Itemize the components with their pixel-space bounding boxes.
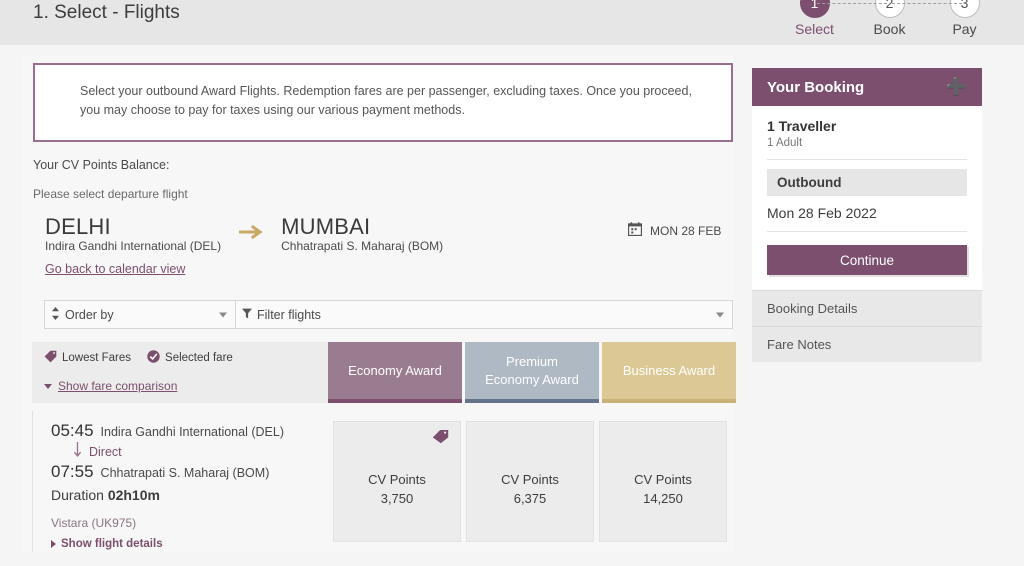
fare-legend-row: Lowest Fares Selected fare [44,350,233,366]
flight-stops-label: Direct [89,444,122,459]
info-notice-text: Select your outbound Award Flights. Rede… [80,84,692,118]
fare-legend-block: Lowest Fares Selected fare Show fare com… [32,342,328,403]
legend-lowest-fares-label: Lowest Fares [62,352,132,364]
flight-duration-value: 02h10m [107,487,160,503]
fare-class-premium-economy-label: Premium Economy Award [485,353,579,388]
your-booking-header[interactable]: Your Booking ➕ [752,68,982,106]
filter-flights-label: Filter flights [257,307,321,322]
funnel-icon [242,308,252,322]
flight-departure-line: 05:45 Indira Gandhi International (DEL) [51,421,284,441]
cv-points-balance-label: Your CV Points Balance: [33,158,170,172]
step-connector-1 [817,3,887,4]
flight-times-block: 05:45 Indira Gandhi International (DEL) … [51,421,284,482]
chevron-down-icon [44,383,52,389]
travel-date-text: MON 28 FEB [650,223,722,238]
filter-flights-select[interactable]: Filter flights [236,300,733,329]
fare-class-business-award[interactable]: Business Award [602,342,736,403]
destination-airport: Chhatrapati S. Maharaj (BOM) [281,239,444,253]
fare-value-business: 14,250 [643,491,683,506]
destination-city: MUMBAI [281,214,371,239]
fare-cell-economy[interactable]: CV Points 3,750 [333,421,461,542]
traveller-detail: 1 Adult [767,137,803,149]
step-book[interactable]: 2 Book [817,0,927,37]
flight-arrival-line: 07:55 Chhatrapati S. Maharaj (BOM) [51,462,284,482]
flight-depart-airport: Indira Gandhi International (DEL) [100,425,284,439]
chevron-right-icon [51,540,56,548]
fare-class-economy-label: Economy Award [348,362,442,378]
outbound-section-title: Outbound [767,169,967,196]
show-fare-comparison-label: Show fare comparison [58,379,178,393]
fare-class-premium-line2: Economy Award [485,371,579,387]
fare-currency-label-premium: CV Points [501,472,559,487]
fare-class-premium-economy-award[interactable]: Premium Economy Award [465,342,599,403]
select-departure-hint: Please select departure flight [33,187,188,201]
fare-class-premium-line1: Premium [505,353,558,369]
flight-arrive-airport: Chhatrapati S. Maharaj (BOM) [100,466,270,480]
show-flight-details-toggle[interactable]: Show flight details [51,538,163,550]
price-tag-icon [44,350,57,366]
booking-details-link[interactable]: Booking Details [752,290,982,326]
step-pay[interactable]: 3 Pay [892,0,1002,37]
step-book-label: Book [873,21,906,37]
step-connector-2 [892,3,962,4]
origin-city: DELHI [45,214,111,239]
flight-carrier: Vistara (UK975) [51,516,137,530]
step-pay-label: Pay [952,21,977,37]
fare-notes-link[interactable]: Fare Notes [752,326,982,362]
travel-date-chip: MON 28 FEB [627,222,722,239]
fare-currency-label-business: CV Points [634,472,692,487]
flight-arrive-time: 07:55 [51,462,94,481]
route-arrow-icon [237,224,265,243]
your-booking-body: 1 Traveller 1 Adult Outbound Mon 28 Feb … [752,106,982,290]
fare-currency-label-economy: CV Points [368,472,426,487]
panel-divider-1 [767,159,967,160]
order-by-chevron-down-icon [219,312,227,317]
route-summary: DELHI Indira Gandhi International (DEL) … [45,214,443,253]
info-notice-box: Select your outbound Award Flights. Rede… [33,63,733,142]
continue-button[interactable]: Continue [767,245,967,275]
outbound-date: Mon 28 Feb 2022 [767,205,877,221]
check-circle-icon [147,350,160,366]
fare-cell-business[interactable]: CV Points 14,250 [599,421,727,542]
go-back-to-calendar-link[interactable]: Go back to calendar view [45,262,185,276]
progress-steps: 1 Select 2 Book 3 Pay [777,0,1002,37]
flight-duration: Duration 02h10m [51,487,160,503]
fare-class-economy-award[interactable]: Economy Award [328,342,462,403]
panel-divider-2 [767,231,967,232]
order-by-label: Order by [65,307,114,322]
fare-class-header-row: Economy Award Premium Economy Award Busi… [328,342,736,403]
fare-value-economy: 3,750 [380,491,414,506]
your-booking-panel: Your Booking ➕ 1 Traveller 1 Adult Outbo… [752,68,982,362]
flight-stops-block: Direct [73,442,284,461]
step-select-label: Select [795,21,834,37]
fare-price-cells: CV Points 3,750 CV Points 6,375 CV Point… [333,421,727,542]
origin-block: DELHI Indira Gandhi International (DEL) [45,214,221,253]
show-flight-details-label: Show flight details [61,538,163,550]
show-fare-comparison-toggle[interactable]: Show fare comparison [44,379,177,393]
fare-class-business-label: Business Award [622,362,716,378]
legend-selected-fare-label: Selected fare [165,352,233,364]
fare-cell-premium-economy[interactable]: CV Points 6,375 [466,421,594,542]
origin-airport: Indira Gandhi International (DEL) [45,239,222,253]
filter-flights-chevron-down-icon [716,312,724,317]
lowest-fare-tag-icon [432,429,449,448]
calendar-icon [627,222,643,239]
flight-depart-time: 05:45 [51,421,94,440]
plus-icon[interactable]: ➕ [946,77,967,97]
sort-updown-icon [51,306,60,323]
flight-duration-label: Duration [51,487,104,503]
destination-block: MUMBAI Chhatrapati S. Maharaj (BOM) [281,214,443,253]
fare-value-premium: 6,375 [513,491,547,506]
page-title: 1. Select - Flights [33,2,180,23]
your-booking-title: Your Booking [767,78,865,96]
order-by-select[interactable]: Order by [44,300,236,329]
arrow-down-icon [73,442,82,461]
step-select[interactable]: 1 Select [777,0,852,37]
traveller-count: 1 Traveller [767,118,837,134]
sort-filter-bar: Order by Filter flights [44,300,733,329]
